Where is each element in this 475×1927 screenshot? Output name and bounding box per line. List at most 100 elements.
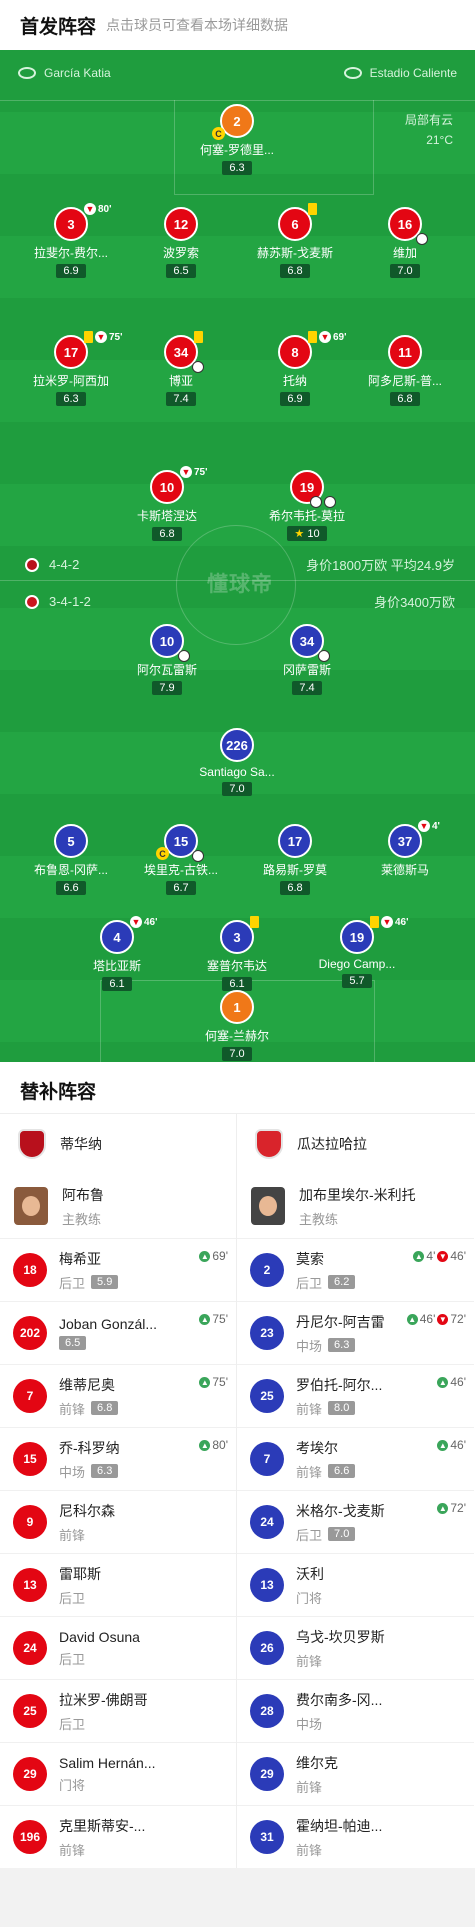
lineup-player[interactable]: 226 Santiago Sa... 7.0	[172, 728, 302, 797]
sub-name: 雷耶斯	[59, 1565, 101, 1582]
sub-position: 后卫	[296, 1275, 323, 1291]
lineup-player[interactable]: 19 希尔韦托-莫拉 ★ 10	[242, 470, 372, 542]
player-rating: 7.9	[152, 681, 182, 695]
pitch: García Katia Estadio Caliente 局部有云 21°C …	[0, 50, 475, 1062]
sub-player-row[interactable]: 7 考埃尔 前锋 6.6 ▲ 46'	[237, 1427, 474, 1490]
sub-player-row[interactable]: 29 Salim Hernán... 门将	[0, 1742, 236, 1805]
lineup-player[interactable]: 12 波罗索 6.5	[116, 207, 246, 279]
sub-player-row[interactable]: 29 维尔克 前锋	[237, 1742, 474, 1805]
lineup-player[interactable]: 11 阿多尼斯-普... 6.8	[340, 335, 470, 407]
sub-player-row[interactable]: 25 拉米罗-佛朗哥 后卫	[0, 1679, 236, 1742]
rating-value: 7.0	[229, 783, 245, 795]
sub-in-icon: ▲	[437, 1502, 449, 1514]
lineup-player[interactable]: 3 塞普尔韦达 6.1	[172, 916, 302, 992]
sub-player-row[interactable]: 15 乔-科罗纳 中场 6.3 ▲ 80'	[0, 1427, 236, 1490]
sub-player-row[interactable]: 18 梅希亚 后卫 5.9 ▲ 69'	[0, 1238, 236, 1301]
sub-meta: 前锋	[296, 1651, 474, 1670]
sub-meta: 门将	[296, 1588, 474, 1607]
player-number: 17 ▼ 75'	[54, 331, 123, 369]
sub-name: 拉米罗-佛朗哥	[59, 1691, 148, 1708]
sub-position: 前锋	[59, 1401, 86, 1417]
rating-value: 6.1	[109, 978, 125, 990]
sub-player-row[interactable]: 196 克里斯蒂安-... 前锋	[0, 1805, 236, 1868]
sub-player-row[interactable]: 23 丹尼尔-阿吉雷 中场 6.3 ▲ 46' ▼ 72'	[237, 1301, 474, 1364]
stadium-info: Estadio Caliente	[343, 66, 457, 80]
lineup-player[interactable]: 37 ▼ 4' 莱德斯马	[340, 820, 470, 878]
player-number: 3	[220, 916, 259, 954]
player-rating: 6.1	[222, 977, 252, 991]
sub-out-icon: ▼	[319, 331, 331, 343]
ball-icon	[178, 650, 190, 662]
rating-value: 7.4	[299, 682, 315, 694]
player-rating: 6.8	[390, 392, 420, 406]
player-number: 226	[220, 728, 254, 762]
sub-player-row[interactable]: 13 沃利 门将	[237, 1553, 474, 1616]
sub-player-row[interactable]: 2 莫索 后卫 6.2 ▲ 4' ▼ 46'	[237, 1238, 474, 1301]
sub-name: 尼科尔森	[59, 1502, 115, 1519]
sub-player-row[interactable]: 25 罗伯托-阿尔... 前锋 8.0 ▲ 46'	[237, 1364, 474, 1427]
sub-player-row[interactable]: 24 米格尔-戈麦斯 后卫 7.0 ▲ 72'	[237, 1490, 474, 1553]
lineup-player[interactable]: 1 何塞-兰赫尔 7.0	[172, 990, 302, 1062]
away-coach[interactable]: 加布里埃尔-米利托 主教练	[237, 1174, 474, 1238]
sub-rating: 6.3	[91, 1464, 119, 1478]
sub-player-row[interactable]: 28 费尔南多-冈... 中场	[237, 1679, 474, 1742]
lineup-player[interactable]: 34 博亚 7.4	[116, 331, 246, 407]
substitutes-section: 替补阵容 蒂华纳 阿布鲁 主教练 18 梅希亚 后卫 5.9 ▲ 69' 202 Joban G…	[0, 1062, 475, 1918]
sub-player-row[interactable]: 26 乌戈-坎贝罗斯 前锋	[237, 1616, 474, 1679]
sub-player-row[interactable]: 9 尼科尔森 前锋	[0, 1490, 236, 1553]
sub-number: 13	[13, 1568, 47, 1602]
sub-in-minute: 72'	[450, 1501, 466, 1515]
home-team-header[interactable]: 蒂华纳	[0, 1114, 236, 1174]
away-team-header[interactable]: 瓜达拉哈拉	[237, 1114, 474, 1174]
home-team-name: 蒂华纳	[60, 1136, 102, 1152]
sub-name: 罗伯托-阿尔...	[296, 1376, 383, 1393]
sub-in-minute: 75'	[212, 1312, 228, 1326]
lineup-player[interactable]: 34 冈萨雷斯 7.4	[242, 624, 372, 696]
home-coach[interactable]: 阿布鲁 主教练	[0, 1174, 236, 1238]
lineup-player[interactable]: 15 C 埃里克-古铁... 6.7	[116, 824, 246, 896]
sub-in-minute: 46'	[450, 1438, 466, 1452]
sub-events: ▲ 4' ▼ 46'	[413, 1249, 466, 1263]
event-badges: ▼ 80'	[84, 203, 112, 215]
ball-icon	[318, 650, 330, 662]
lineup-player[interactable]: 16 维加 7.0	[340, 207, 470, 279]
goal-badge	[318, 650, 330, 662]
sub-number: 202	[13, 1316, 47, 1350]
sub-number: 25	[250, 1379, 284, 1413]
sub-in-icon: ▲	[199, 1439, 211, 1451]
sub-player-row[interactable]: 31 霍纳坦-帕迪... 前锋	[237, 1805, 474, 1868]
sub-player-row[interactable]: 202 Joban Gonzál... 6.5 ▲ 75'	[0, 1301, 236, 1364]
event-badges	[250, 916, 259, 928]
player-number: 5	[54, 824, 88, 858]
lineup-player[interactable]: 2 C 何塞-罗德里... 6.3	[172, 104, 302, 176]
sub-player-row[interactable]: 13 雷耶斯后卫	[0, 1553, 236, 1616]
sub-info: 雷耶斯 后卫	[59, 1564, 236, 1607]
rating-value: 7.0	[229, 1048, 245, 1060]
player-name: 塔比亚斯	[92, 959, 141, 973]
ball-icon	[310, 496, 322, 508]
rating-value: 6.8	[397, 393, 413, 405]
player-name: 阿尔瓦雷斯	[136, 663, 197, 677]
lineup-player[interactable]: 10 ▼ 75' 卡斯塔涅达 6.8	[102, 466, 232, 542]
sub-player-row[interactable]: 7 维蒂尼奥 前锋 6.8 ▲ 75'	[0, 1364, 236, 1427]
sub-in-minute: 46'	[419, 1312, 436, 1326]
sub-in-icon: ▲	[199, 1313, 211, 1325]
sub-rating: 8.0	[328, 1401, 356, 1415]
player-rating: 6.3	[222, 161, 252, 175]
sub-position: 后卫	[59, 1275, 86, 1291]
player-number: 1	[220, 990, 254, 1024]
sub-minute: 80'	[98, 203, 112, 215]
rating-value: 6.3	[229, 162, 245, 174]
sub-out-icon: ▼	[130, 916, 142, 928]
lineup-player[interactable]: 19 ▼ 46' Diego Camp... 5.7	[292, 916, 422, 989]
lineup-player[interactable]: 4 ▼ 46' 塔比亚斯 6.1	[52, 916, 182, 992]
sub-number: 196	[13, 1820, 47, 1854]
sub-player-row[interactable]: 24 David Osuna 后卫	[0, 1616, 236, 1679]
sub-position: 后卫	[59, 1590, 86, 1606]
referee-info: García Katia	[18, 66, 111, 80]
sub-position: 前锋	[296, 1401, 323, 1417]
sub-out-minute: 46'	[450, 1249, 466, 1263]
lineup-player[interactable]: 10 阿尔瓦雷斯 7.9	[102, 624, 232, 696]
player-rating: 7.0	[390, 264, 420, 278]
sub-meta: 前锋 6.8	[59, 1399, 236, 1418]
